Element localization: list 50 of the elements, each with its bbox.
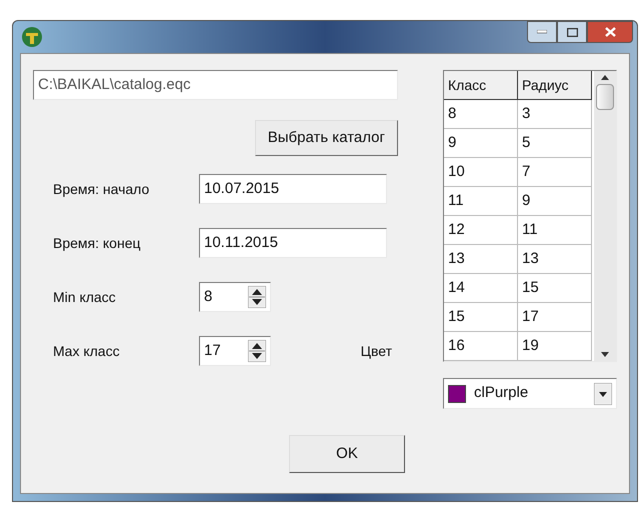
date-field[interactable]: 10.07.2015: [199, 174, 387, 204]
color-select[interactable]: clPurple: [443, 378, 617, 409]
spin-arrows-icon[interactable]: [248, 286, 266, 308]
field-label: Время: начало: [53, 180, 150, 199]
spin-value: 17: [204, 340, 221, 361]
table-cell: 11: [444, 187, 518, 216]
column-header[interactable]: Радиус: [518, 71, 592, 100]
table-cell: 19: [518, 332, 592, 361]
scroll-up-icon[interactable]: [601, 75, 609, 80]
table-cell: 13: [518, 245, 592, 274]
table-cell: 15: [444, 303, 518, 332]
spin-arrows-icon[interactable]: [248, 340, 266, 362]
scrollbar[interactable]: [594, 71, 616, 361]
table-cell: 9: [444, 129, 518, 158]
scroll-thumb[interactable]: [596, 84, 614, 110]
path-field[interactable]: C:\BAIKAL\catalog.eqc: [33, 70, 398, 100]
maximize-button[interactable]: [557, 21, 587, 43]
ok-button[interactable]: OK: [289, 435, 405, 473]
spin-field[interactable]: 8: [199, 282, 271, 312]
table-cell: 5: [518, 129, 592, 158]
table-cell: 13: [444, 245, 518, 274]
maximize-icon: [566, 28, 578, 36]
close-button[interactable]: [587, 21, 633, 43]
table-cell: 7: [518, 158, 592, 187]
table-cell: 15: [518, 274, 592, 303]
table-cell: 17: [518, 303, 592, 332]
app-icon: [21, 26, 43, 48]
field-label: Время: конец: [53, 234, 142, 253]
table-cell: 14: [444, 274, 518, 303]
table-cell: 9: [518, 187, 592, 216]
minimize-button[interactable]: [527, 21, 557, 43]
spin-field[interactable]: 17: [199, 336, 271, 366]
table-cell: 10: [444, 158, 518, 187]
choose-catalog-button[interactable]: Выбрать каталог: [254, 120, 398, 156]
color-value: clPurple: [474, 383, 530, 404]
dropdown-arrow-icon[interactable]: [594, 382, 612, 404]
color-label: Цвет: [360, 342, 392, 361]
field-label: Min класс: [53, 288, 117, 306]
table-cell: 3: [518, 100, 592, 129]
date-field[interactable]: 10.11.2015: [199, 228, 387, 258]
field-label: Max класс: [53, 342, 121, 360]
scroll-down-icon[interactable]: [601, 352, 609, 357]
column-header[interactable]: Класс: [444, 71, 518, 100]
close-icon: [604, 27, 616, 37]
table-cell: 16: [444, 332, 518, 361]
table-cell: 8: [444, 100, 518, 129]
minimize-icon: [537, 30, 547, 34]
spin-value: 8: [204, 286, 212, 307]
table-cell: 11: [518, 216, 592, 245]
table-cell: 12: [444, 216, 518, 245]
